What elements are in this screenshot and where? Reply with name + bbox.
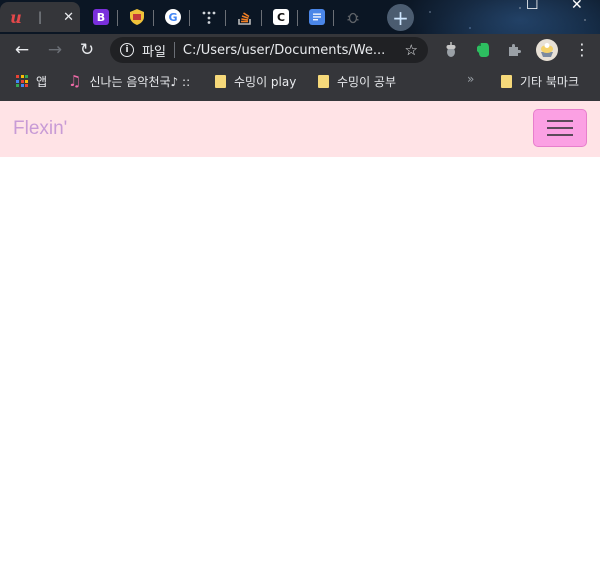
close-icon[interactable]: ✕ [63,10,74,25]
bookmark-music[interactable]: ♫ 신나는 음악천국♪ :: [68,66,190,96]
tab-docs[interactable] [300,2,334,32]
folder-icon [501,74,512,88]
shield-extension-icon [129,9,145,25]
security-chip[interactable]: 파일 [142,41,166,60]
url-text[interactable]: C:/Users/user/Documents/We... [183,43,388,58]
bookmark-label: 신나는 음악천국♪ :: [89,74,191,89]
chrome-menu-button[interactable]: ⋮ [574,40,590,60]
folder-icon [215,74,226,88]
bookmark-label: 수밍이 play [234,74,297,89]
bookmark-folder-study[interactable]: 수밍이 공부 [318,66,396,96]
folder-icon [318,74,329,88]
tab-bootstrap[interactable]: B [84,2,118,32]
maximize-button[interactable]: ☐ [526,0,539,13]
tab-strip: u | ✕ B G C + ☐ ✕ [0,0,600,34]
tab-dots[interactable] [192,2,226,32]
new-tab-button[interactable]: + [387,4,414,31]
udemy-icon: u [10,7,22,27]
tab-google[interactable]: G [156,2,190,32]
bookmarks-overflow-button[interactable]: » [467,72,474,86]
bookmark-apps[interactable]: 앱 [16,66,47,96]
dots-grid-icon [201,9,217,25]
browser-chrome: u | ✕ B G C + ☐ ✕ ← → ↻ i 파일 C:/Users/us… [0,0,600,101]
site-navbar: Flexin' [0,101,600,157]
bookmarks-bar: 앱 ♫ 신나는 음악천국♪ :: 수밍이 play 수밍이 공부 » 기타 북마… [0,66,600,101]
info-icon[interactable]: i [120,43,134,57]
apps-icon [16,75,28,87]
bookmark-star-icon[interactable]: ☆ [405,41,418,59]
acorn-extension-icon[interactable] [443,42,459,58]
bookmark-label: 기타 북마크 [520,74,580,89]
profile-avatar[interactable] [536,39,558,61]
navbar-toggler-button[interactable] [533,109,587,147]
evernote-icon[interactable] [475,42,491,58]
omnibox-divider [173,42,175,58]
stackoverflow-icon [237,9,253,25]
navbar-brand[interactable]: Flexin' [13,118,67,140]
codepen-icon: C [273,9,289,25]
bookmark-other[interactable]: 기타 북마크 [501,66,579,96]
back-button[interactable]: ← [12,40,32,60]
forward-button[interactable]: → [45,40,65,60]
extensions-puzzle-icon[interactable] [506,42,522,58]
reload-button[interactable]: ↻ [77,40,97,60]
bookmark-label: 수밍이 공부 [337,74,397,89]
docs-icon [309,9,325,25]
page-content: Flexin' [0,101,600,588]
address-bar[interactable]: i 파일 C:/Users/user/Documents/We... ☆ [110,37,428,63]
window-close-button[interactable]: ✕ [571,0,583,13]
browser-toolbar: ← → ↻ i 파일 C:/Users/user/Documents/We...… [0,34,600,66]
google-icon: G [165,9,181,25]
tab-codepen[interactable]: C [264,2,298,32]
bootstrap-icon: B [93,9,109,25]
music-note-icon: ♫ [68,72,82,90]
tab-title-fragment: | [38,10,43,24]
bookmark-label: 앱 [36,74,48,89]
tab-udemy[interactable]: u | ✕ [0,2,80,32]
tab-shield[interactable] [120,2,154,32]
tab-bug[interactable] [336,2,370,32]
bookmark-folder-play[interactable]: 수밍이 play [215,66,296,96]
tab-stackoverflow[interactable] [228,2,262,32]
bug-icon [345,9,361,25]
